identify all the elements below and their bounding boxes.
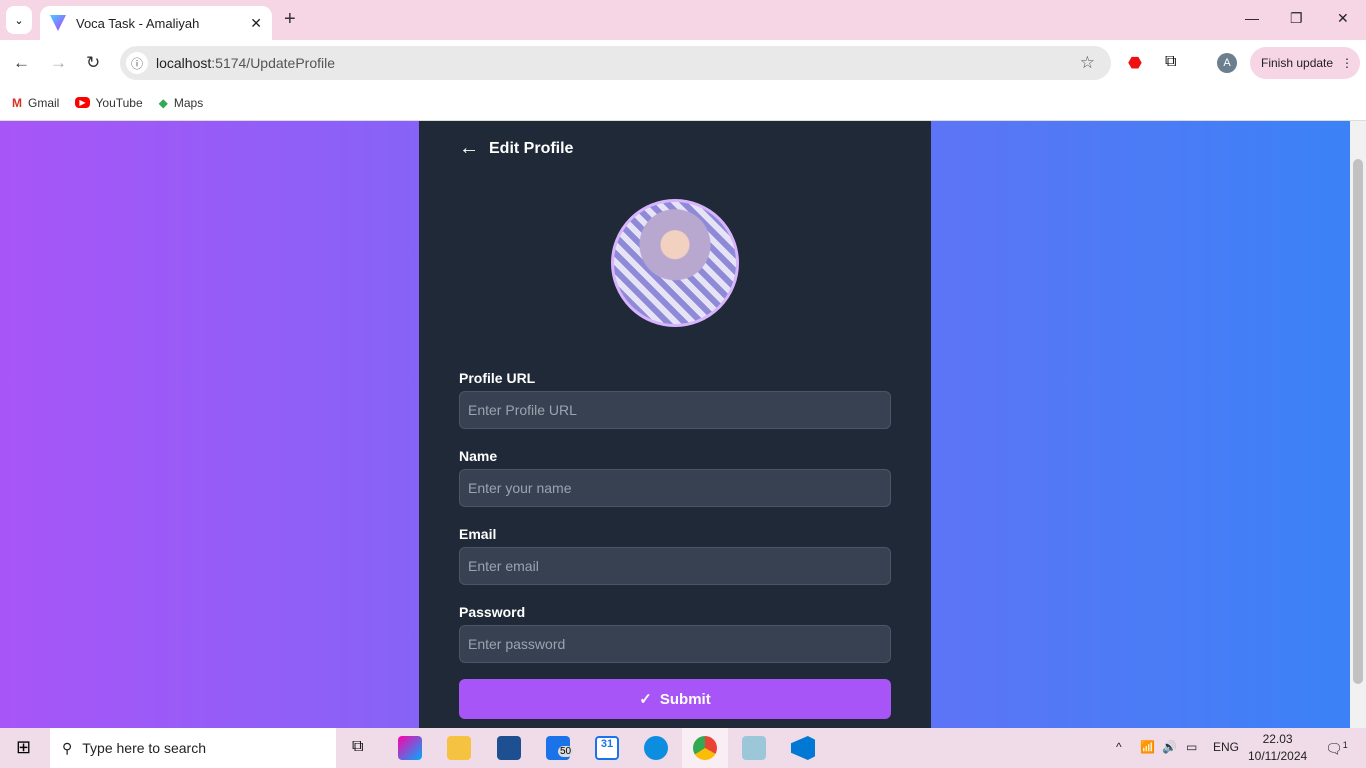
email-input[interactable] [459, 547, 891, 585]
url-path: :5174/UpdateProfile [211, 55, 336, 71]
tab-strip: ⌄ Voca Task - Amaliyah ✕ + — ❐ ✕ [0, 0, 1366, 40]
reload-button[interactable]: ↻ [86, 53, 100, 73]
url-host: localhost [156, 55, 212, 71]
back-button[interactable]: ← [13, 53, 30, 73]
vite-favicon-icon [50, 15, 66, 31]
bookmarks-bar: M Gmail ▶ YouTube ◆ Maps [0, 85, 1366, 121]
site-info-icon[interactable]: ⓘ [126, 52, 148, 74]
search-icon: ⚲ [62, 739, 73, 756]
windows-start-icon[interactable]: ⊞ [16, 737, 31, 758]
finish-update-button[interactable]: Finish update ⋮ [1250, 47, 1360, 79]
bookmark-label: Maps [173, 95, 204, 110]
tab-search-button[interactable]: ⌄ [6, 6, 32, 34]
youtube-icon: ▶ [75, 97, 90, 108]
language-indicator[interactable]: ENG [1213, 740, 1239, 754]
extensions-icon[interactable]: ⧉ [1165, 53, 1176, 71]
bookmark-youtube[interactable]: ▶ YouTube [75, 95, 143, 110]
browser-tab[interactable]: Voca Task - Amaliyah ✕ [40, 6, 272, 40]
password-label: Password [459, 604, 526, 620]
profile-url-label: Profile URL [459, 370, 536, 386]
close-window-button[interactable]: ✕ [1337, 10, 1349, 27]
password-input[interactable] [459, 625, 891, 663]
calendar-icon[interactable]: 31 [595, 736, 619, 760]
store-icon[interactable] [497, 736, 521, 760]
notifications-icon[interactable]: 🗨1 [1325, 740, 1348, 758]
profile-picture [611, 199, 739, 327]
address-bar[interactable]: ⓘ localhost :5174/UpdateProfile ☆ [120, 46, 1111, 80]
page-title: Edit Profile [489, 139, 574, 157]
page-background: ← Edit Profile Profile URL Name Email Pa… [0, 121, 1350, 728]
notification-count: 1 [1342, 740, 1348, 750]
notepad-icon[interactable] [742, 736, 766, 760]
adblock-extension-icon[interactable]: ⬣ [1128, 53, 1142, 73]
page-header: ← Edit Profile [459, 137, 573, 160]
task-view-icon[interactable]: ⧉ [352, 738, 363, 756]
mail-badge: 50 [558, 746, 574, 757]
file-explorer-icon[interactable] [447, 736, 471, 760]
network-icon[interactable]: 📶 [1140, 740, 1155, 754]
clock[interactable]: 22.03 10/11/2024 [1248, 731, 1307, 765]
submit-label: Submit [659, 690, 711, 708]
profile-url-input[interactable] [459, 391, 891, 429]
new-tab-button[interactable]: + [284, 8, 296, 31]
restore-button[interactable]: ❐ [1290, 10, 1303, 27]
submit-button[interactable]: ✓ Submit [459, 679, 891, 719]
minimize-button[interactable]: — [1245, 10, 1259, 26]
maps-icon: ◆ [158, 95, 168, 110]
copilot-icon[interactable] [398, 736, 422, 760]
bookmark-star-icon[interactable]: ☆ [1080, 53, 1095, 73]
finish-update-label: Finish update [1261, 56, 1334, 70]
bookmark-gmail[interactable]: M Gmail [12, 96, 59, 110]
close-tab-icon[interactable]: ✕ [250, 15, 262, 32]
bookmark-label: YouTube [95, 95, 143, 110]
edge-icon[interactable] [644, 736, 668, 760]
edit-profile-card: ← Edit Profile Profile URL Name Email Pa… [419, 121, 931, 728]
email-label: Email [459, 526, 497, 542]
menu-icon: ⋮ [1341, 56, 1354, 70]
profile-avatar[interactable]: A [1217, 53, 1237, 73]
time: 22.03 [1262, 732, 1293, 746]
tab-title: Voca Task - Amaliyah [76, 15, 200, 31]
name-label: Name [459, 448, 498, 464]
show-hidden-icons[interactable]: ^ [1116, 740, 1122, 754]
bookmark-maps[interactable]: ◆ Maps [159, 96, 204, 110]
gmail-icon: M [12, 95, 22, 110]
scrollbar-thumb[interactable] [1353, 159, 1363, 684]
back-arrow-icon[interactable]: ← [459, 137, 479, 160]
check-icon: ✓ [639, 691, 652, 708]
search-placeholder: Type here to search [82, 740, 207, 756]
bookmark-label: Gmail [28, 95, 60, 110]
vscode-icon[interactable] [791, 736, 815, 760]
volume-icon[interactable]: 🔊 [1162, 740, 1177, 754]
taskbar: ⊞ ⚲ Type here to search ⧉ 50 31 ^ 📶 🔊 ▭ … [0, 728, 1366, 768]
name-input[interactable] [459, 469, 891, 507]
browser-toolbar: ← → ↻ ⓘ localhost :5174/UpdateProfile ☆ … [0, 40, 1366, 85]
mail-icon[interactable]: 50 [546, 736, 574, 760]
date: 10/11/2024 [1248, 749, 1308, 763]
taskbar-search[interactable]: ⚲ Type here to search [50, 728, 336, 768]
chrome-icon[interactable] [693, 736, 717, 760]
battery-icon[interactable]: ▭ [1186, 740, 1197, 754]
forward-button[interactable]: → [50, 53, 67, 73]
scrollbar[interactable] [1350, 121, 1366, 728]
